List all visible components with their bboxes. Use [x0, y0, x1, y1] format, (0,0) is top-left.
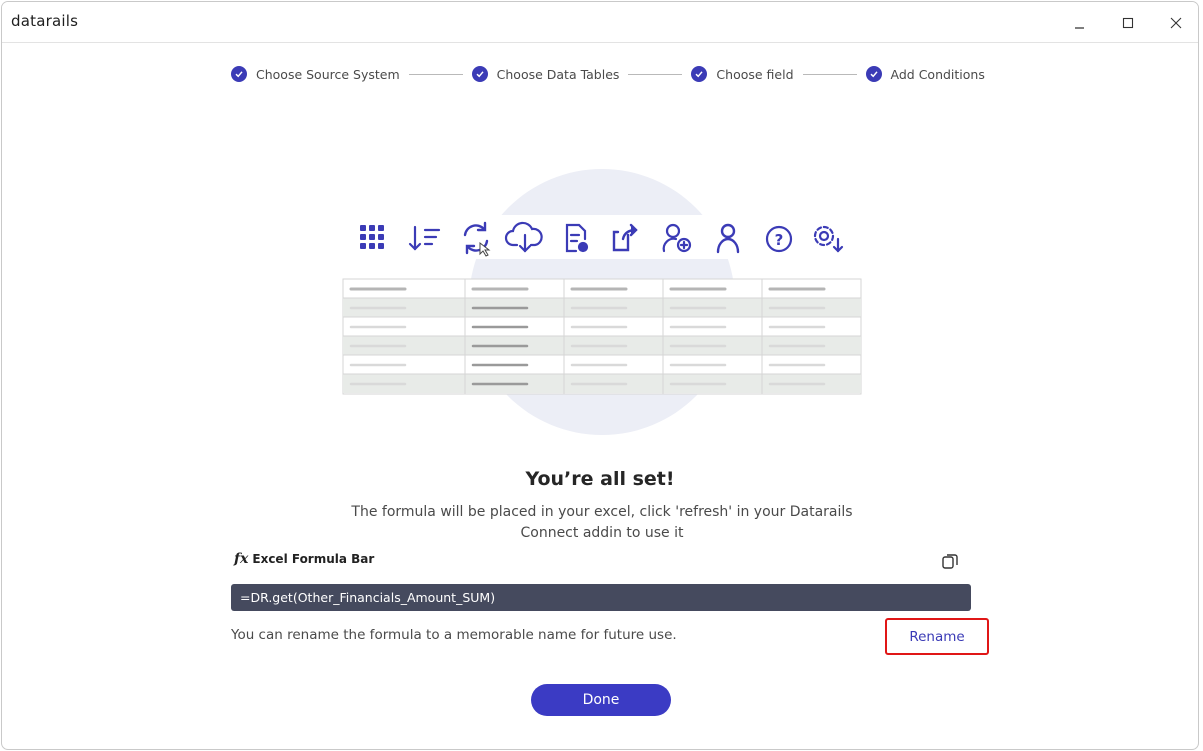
table-illustration [342, 278, 862, 395]
step-choose-field[interactable]: Choose field [691, 66, 794, 82]
check-icon [471, 66, 488, 82]
fx-icon: fx [234, 551, 249, 567]
step-connector [408, 73, 463, 75]
check-icon [231, 66, 247, 82]
minimize-button[interactable] [1060, 8, 1100, 38]
step-label: Choose Data Tables [496, 66, 620, 82]
done-button[interactable]: Done [531, 684, 671, 716]
grid-icon [360, 225, 384, 249]
step-choose-data-tables[interactable]: Choose Data Tables [471, 66, 620, 82]
step-add-conditions[interactable]: Add Conditions [865, 66, 985, 82]
success-heading: You’re all set! [525, 468, 675, 490]
copy-icon[interactable] [940, 551, 960, 571]
formula-display[interactable]: =DR.get(Other_Financials_Amount_SUM) [231, 584, 971, 611]
formula-bar-label-text: Excel Formula Bar [252, 552, 375, 566]
step-connector [628, 73, 683, 75]
step-label: Add Conditions [890, 66, 985, 82]
step-choose-source-system[interactable]: Choose Source System [231, 66, 400, 82]
rename-button[interactable]: Rename [885, 618, 989, 655]
step-label: Choose Source System [256, 66, 400, 82]
maximize-button[interactable] [1108, 8, 1148, 38]
title-bar: datarails [2, 2, 1198, 43]
minimize-icon [1075, 27, 1084, 29]
maximize-icon [1122, 17, 1134, 29]
check-icon [865, 66, 882, 82]
close-button[interactable] [1156, 8, 1196, 38]
svg-text:?: ? [775, 231, 784, 249]
success-description: The formula will be placed in your excel… [351, 504, 853, 541]
app-logo: datarails [11, 12, 79, 30]
dialog-window: datarails Choose Source System Choose Da… [1, 1, 1199, 750]
formula-bar-label: fx Excel Formula Bar [234, 551, 374, 567]
check-icon [691, 66, 708, 82]
step-label: Choose field [716, 66, 794, 82]
close-icon [1170, 17, 1182, 29]
success-illustration: ? [342, 169, 862, 435]
rename-note: You can rename the formula to a memorabl… [231, 627, 677, 643]
step-connector [802, 73, 857, 75]
progress-stepper: Choose Source System Choose Data Tables … [231, 64, 985, 84]
